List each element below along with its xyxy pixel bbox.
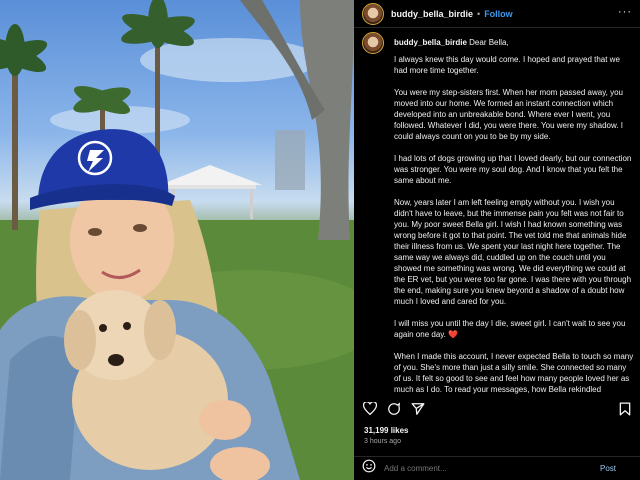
photo-illustration — [0, 0, 354, 480]
caption-paragraph: I had lots of dogs growing up that I lov… — [394, 154, 632, 185]
post-timestamp[interactable]: 3 hours ago — [364, 438, 401, 445]
comment-input[interactable] — [384, 464, 594, 473]
post-sidebar: buddy_bella_birdie • Follow ··· buddy_be… — [354, 0, 640, 480]
post-comment-button[interactable]: Post — [600, 464, 616, 473]
caption-username-link[interactable]: buddy_bella_birdie — [394, 38, 467, 47]
bookmark-icon[interactable] — [619, 402, 631, 421]
heart-emoji: ❤️ — [448, 330, 459, 339]
likes-count[interactable]: 31,199 likes — [364, 426, 408, 435]
share-icon[interactable] — [411, 402, 425, 421]
caption-header: buddy_bella_birdie Dear Bella, — [362, 32, 509, 54]
caption-paragraph-with-heart: I will miss you until the day I die, swe… — [394, 318, 634, 340]
avatar[interactable] — [362, 2, 384, 25]
caption-first-line: buddy_bella_birdie Dear Bella, — [394, 37, 509, 54]
emoji-icon[interactable] — [362, 459, 376, 478]
caption-paragraph: When I made this account, I never expect… — [394, 352, 634, 397]
caption-paragraph: Now, years later I am left feeling empty… — [394, 198, 632, 306]
caption-paragraph-text: I will miss you until the day I die, swe… — [394, 319, 626, 339]
caption-paragraph: You were my step-sisters first. When her… — [394, 88, 624, 141]
username-link[interactable]: buddy_bella_birdie — [391, 9, 473, 19]
more-icon[interactable]: ··· — [618, 6, 632, 18]
follow-button[interactable]: Follow — [484, 9, 513, 19]
post-actions — [354, 398, 640, 422]
caption-body: I always knew this day would come. I hop… — [394, 54, 634, 397]
heart-icon[interactable] — [362, 401, 378, 420]
caption-paragraph: I always knew this day would come. I hop… — [394, 55, 620, 75]
caption-avatar[interactable] — [362, 32, 384, 54]
post-photo — [0, 0, 354, 480]
caption-scroll-area[interactable]: buddy_bella_birdie Dear Bella, I always … — [354, 30, 640, 397]
caption-greeting: Dear Bella, — [469, 38, 509, 47]
header-separator: • — [477, 8, 481, 19]
comment-bar: Post — [354, 456, 640, 480]
comment-icon[interactable] — [387, 402, 401, 421]
post-header: buddy_bella_birdie • Follow ··· — [354, 0, 640, 28]
